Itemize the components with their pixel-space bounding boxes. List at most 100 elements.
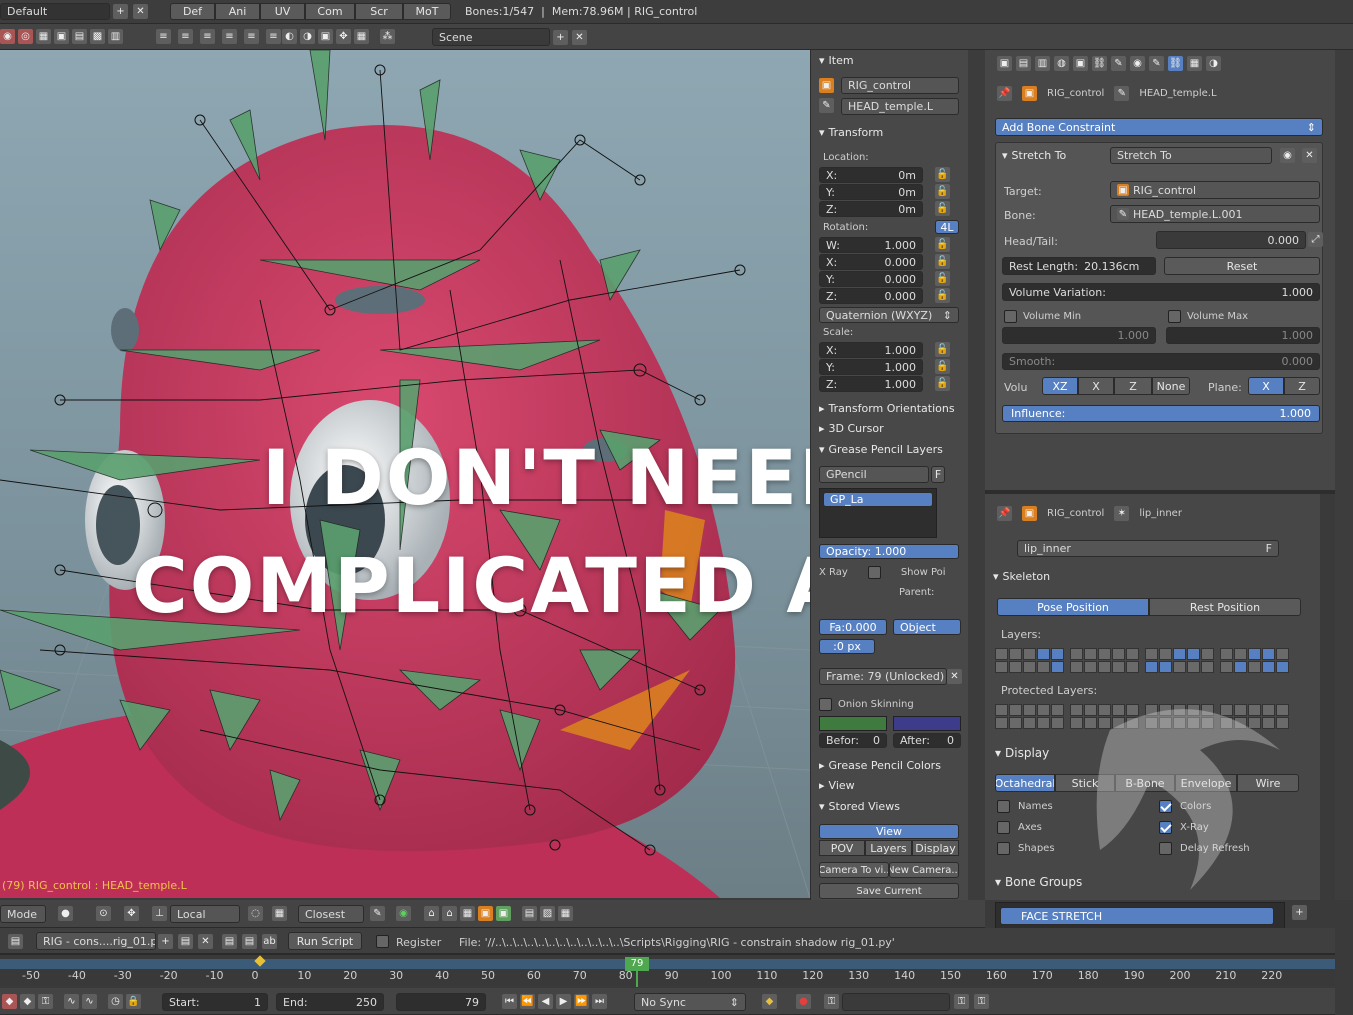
rotation-z-field[interactable]: Z: 0.000 [819,288,923,304]
end-frame-field[interactable]: End: 250 [276,993,384,1011]
panel-splitter[interactable] [968,50,985,900]
insert-keyframe-icon[interactable]: ⚿ [954,994,969,1009]
constraint-name-field[interactable]: Stretch To [1110,147,1272,164]
object-tab-icon[interactable]: ▣ [1073,56,1088,71]
rotation-mode-select[interactable]: Quaternion (WXYZ) ⇕ [819,307,959,323]
influence-slider[interactable]: Influence: 1.000 [1002,405,1320,422]
plane-x-button[interactable]: X [1248,377,1284,395]
camera-icon[interactable]: ▩ [90,29,105,44]
layer-icon[interactable]: ▣ [478,906,493,921]
tab-mot[interactable]: MoT [403,3,451,20]
proportional-icon[interactable]: ◌ [248,906,263,921]
distribute-icon[interactable]: ≡ [244,29,259,44]
play-icon[interactable]: ▶ [556,994,571,1009]
transform-orientations-header[interactable]: ▸ Transform Orientations [819,402,955,415]
volume-x-button[interactable]: X [1078,377,1114,395]
tab-scr[interactable]: Scr [355,3,403,20]
prev-keyframe-icon[interactable]: ⏪ [520,994,535,1009]
pov-tab[interactable]: POV [819,840,865,856]
layers-tab-icon[interactable]: ▤ [1016,56,1031,71]
start-frame-field[interactable]: Start: 1 [162,993,268,1011]
grease-pencil-layers-header[interactable]: ▾ Grease Pencil Layers [819,443,943,456]
keying-icon[interactable]: ◆ [762,994,777,1009]
bone-tab-icon[interactable]: ✎ [1149,56,1164,71]
gpencil-fake-user-button[interactable]: F [931,466,945,483]
location-z-field[interactable]: Z: 0m [819,201,923,217]
lock-icon[interactable]: 🔓 [935,237,950,252]
run-script-button[interactable]: Run Script [288,932,362,950]
graph-icon[interactable]: ∿ [82,994,97,1009]
volume-max-field[interactable]: 1.000 [1166,327,1320,344]
lock-icon[interactable]: 🔓 [935,288,950,303]
pose-position-button[interactable]: Pose Position [997,598,1149,616]
pin-icon[interactable]: 📌 [997,506,1012,521]
tab-com[interactable]: Com [305,3,355,20]
keying-set-icon[interactable]: ⚿ [824,994,839,1009]
location-x-field[interactable]: X: 0m [819,167,923,183]
view-tab-button[interactable]: View [819,824,959,839]
volume-none-button[interactable]: None [1152,377,1190,395]
register-checkbox[interactable] [376,935,389,948]
rotation-x-field[interactable]: X: 0.000 [819,254,923,270]
layers-block-4[interactable] [1220,648,1289,673]
home-icon[interactable]: ⌂ [424,906,439,921]
marker-icon[interactable]: ◆ [2,994,17,1009]
opacity-slider[interactable]: Opacity: 1.000 [819,544,959,559]
align-justify-icon[interactable]: ≡ [222,29,237,44]
clock-icon[interactable]: ◷ [108,994,123,1009]
layers-tab[interactable]: Layers [865,840,912,856]
lock-icon[interactable]: 🔓 [935,184,950,199]
transform-header[interactable]: ▾ Transform [819,126,883,139]
layout-selector[interactable]: Default [0,3,110,20]
align-center-icon[interactable]: ≡ [178,29,193,44]
shapes-checkbox[interactable] [997,842,1010,855]
screen-icon[interactable]: ▣ [318,29,333,44]
texture-tab-icon[interactable]: ▦ [1187,56,1202,71]
nodes-icon[interactable]: ⁂ [380,29,395,44]
tab-ani[interactable]: Ani [215,3,260,20]
eye-icon[interactable]: ◉ [1280,148,1295,163]
target-field[interactable]: ▣ RIG_control [1110,181,1320,199]
headtail-slider[interactable]: 0.000 [1156,231,1306,249]
object-type-select[interactable]: Object [893,619,961,635]
image-icon[interactable]: ▨ [540,906,555,921]
add-bone-constraint-button[interactable]: Add Bone Constraint ⇕ [995,118,1323,136]
constraint-header[interactable]: ▾ Stretch To [1002,149,1066,162]
record-icon[interactable]: ● [796,994,811,1009]
volume-max-checkbox[interactable] [1168,310,1181,323]
grease-pencil-colors-header[interactable]: ▸ Grease Pencil Colors [819,759,941,772]
play-reverse-icon[interactable]: ◀ [538,994,553,1009]
home2-icon[interactable]: ⌂ [442,906,457,921]
protected-block-1[interactable] [995,704,1064,729]
3d-cursor-header[interactable]: ▸ 3D Cursor [819,422,884,435]
object-name-field[interactable]: RIG_control [841,77,959,94]
bone-constraint-tab-icon[interactable]: ⛓ [1168,56,1183,71]
item-header[interactable]: ▾ Item [819,54,854,67]
layers-block-2[interactable] [1070,648,1139,673]
bone-groups-header[interactable]: ▾ Bone Groups [995,875,1082,889]
plane-z-button[interactable]: Z [1284,377,1320,395]
grid-icon[interactable]: ▥ [108,29,123,44]
bbone-icon[interactable]: ⤢ [1308,232,1323,247]
smooth-field[interactable]: Smooth: 0.000 [1002,353,1320,370]
cursor-icon[interactable]: ✥ [336,29,351,44]
lock-icon[interactable]: 🔒 [126,994,141,1009]
text-icon[interactable]: ▤ [72,29,87,44]
jump-end-icon[interactable]: ⏭ [592,994,607,1009]
gp-layer-item[interactable]: GP_La [823,492,933,507]
location-y-field[interactable]: Y: 0m [819,184,923,200]
snap-target-icon[interactable]: ▦ [272,906,287,921]
lock-icon[interactable]: 🔓 [935,376,950,391]
render-icon[interactable]: ◉ [0,29,15,44]
keyframe-icon[interactable]: ◆ [20,994,35,1009]
scene-selector[interactable]: Scene [432,28,550,46]
lock-icon[interactable]: 🔓 [935,359,950,374]
manipulator-icon[interactable]: ✥ [124,906,139,921]
lock-icon[interactable]: 🔓 [935,254,950,269]
volume-min-checkbox[interactable] [1004,310,1017,323]
mode-selector[interactable]: Mode [0,905,46,923]
list-icon[interactable]: ≡ [266,29,281,44]
sync-selector[interactable]: No Sync ⇕ [634,993,746,1011]
line-numbers-icon[interactable]: ▤ [222,934,237,949]
new-camera-button[interactable]: New Camera... [889,862,959,878]
